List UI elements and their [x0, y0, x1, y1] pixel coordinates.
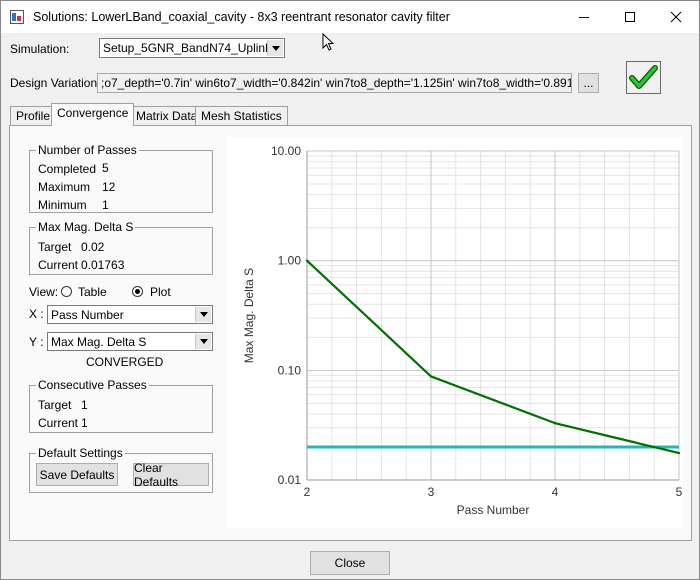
x-tick-label: 2 — [304, 485, 311, 499]
check-icon — [629, 65, 658, 89]
convergence-status: CONVERGED — [86, 355, 164, 369]
view-label: View: — [29, 285, 59, 299]
chevron-down-icon — [199, 312, 208, 317]
group-title: Max Mag. Delta S — [36, 220, 136, 234]
close-button[interactable]: Close — [310, 551, 390, 575]
y-tick-label: 0.10 — [278, 363, 302, 377]
delta-current-label: Current — [38, 258, 79, 272]
y-tick-label: 1.00 — [278, 254, 302, 268]
x-axis-value: Pass Number — [51, 308, 124, 322]
chevron-down-icon — [199, 339, 208, 344]
design-variation-label: Design Variation: — [10, 76, 101, 90]
clear-defaults-button[interactable]: Clear Defaults — [133, 461, 209, 489]
data-point — [305, 259, 309, 262]
y-axis-label: Y : — [29, 335, 44, 349]
maximize-button[interactable] — [607, 1, 653, 33]
data-point — [553, 421, 557, 425]
chart-background — [227, 137, 683, 528]
consecutive-target-label: Target — [38, 398, 72, 412]
maximum-value: 12 — [102, 180, 116, 194]
x-tick-label: 5 — [676, 485, 683, 499]
simulation-label: Simulation: — [10, 42, 70, 56]
data-point — [677, 451, 681, 455]
completed-value: 5 — [102, 161, 109, 175]
default-settings-group: Default Settings Save Defaults Clear Def… — [29, 446, 213, 493]
convergence-panel: Number of Passes Completed 5 Maximum 12 … — [9, 125, 692, 541]
minimum-label: Minimum — [38, 198, 87, 212]
completed-label: Completed — [38, 162, 97, 176]
minimum-value: 1 — [102, 198, 109, 212]
maximum-label: Maximum — [38, 180, 91, 194]
consecutive-current-value: 1 — [81, 416, 88, 430]
view-table-radio[interactable] — [61, 286, 72, 297]
consecutive-current-label: Current — [38, 416, 79, 430]
x-axis-title: Pass Number — [457, 503, 530, 517]
window-title: Solutions: LowerLBand_coaxial_cavity - 8… — [33, 10, 450, 24]
delta-target-label: Target — [38, 240, 72, 254]
consecutive-target-value: 1 — [81, 398, 88, 412]
browse-variation-button[interactable]: ... — [578, 73, 599, 93]
minimize-icon — [579, 17, 589, 18]
maximize-icon — [625, 12, 635, 22]
tab-matrix-data[interactable]: Matrix Data — [130, 106, 204, 125]
design-variation-value: ;o7_depth='0.7in' win6to7_width='0.842in… — [101, 76, 572, 90]
close-window-button[interactable] — [653, 1, 699, 33]
solutions-window: Solutions: LowerLBand_coaxial_cavity - 8… — [0, 0, 700, 580]
delta-target-value: 0.02 — [81, 240, 105, 254]
close-icon — [670, 11, 682, 23]
y-axis-dropdown[interactable]: Max Mag. Delta S — [47, 332, 213, 351]
mouse-cursor-icon — [322, 33, 335, 51]
tab-profile[interactable]: Profile — [10, 106, 57, 125]
x-axis-label: X : — [29, 307, 44, 321]
consecutive-passes-group: Consecutive Passes Target 1 Current 1 — [29, 378, 213, 433]
tab-convergence[interactable]: Convergence — [51, 103, 135, 126]
y-axis-title: Max Mag. Delta S — [242, 268, 256, 363]
x-axis-dropdown[interactable]: Pass Number — [47, 305, 213, 324]
x-tick-label: 3 — [428, 485, 435, 499]
tab-mesh-statistics[interactable]: Mesh Statistics — [195, 106, 288, 125]
number-of-passes-group: Number of Passes Completed 5 Maximum 12 … — [29, 143, 213, 213]
view-plot-radio[interactable] — [132, 286, 143, 297]
y-tick-label: 10.00 — [271, 144, 301, 158]
x-tick-label: 4 — [552, 485, 559, 499]
y-axis-value: Max Mag. Delta S — [51, 335, 147, 349]
group-title: Number of Passes — [36, 143, 139, 157]
view-table-label[interactable]: Table — [78, 285, 107, 299]
simulation-dropdown[interactable]: Setup_5GNR_BandN74_Uplink — [99, 38, 285, 58]
chevron-down-icon — [271, 45, 280, 51]
save-defaults-button[interactable]: Save Defaults — [36, 463, 118, 486]
view-plot-label[interactable]: Plot — [150, 285, 171, 299]
convergence-chart: 10.00 1.00 0.10 0.012 3 4 5 Pass Number Max Mag.… — [227, 137, 683, 528]
max-mag-delta-s-group: Max Mag. Delta S Target 0.02 Current 0.0… — [29, 220, 213, 275]
simulation-value: Setup_5GNR_BandN74_Uplink — [103, 41, 272, 55]
group-title: Consecutive Passes — [36, 378, 149, 392]
data-point — [429, 375, 433, 378]
y-tick-label: 0.01 — [278, 473, 302, 487]
title-bar[interactable]: Solutions: LowerLBand_coaxial_cavity - 8… — [1, 1, 699, 33]
app-icon — [10, 10, 24, 24]
group-title: Default Settings — [36, 446, 125, 460]
converged-indicator — [626, 61, 661, 94]
minimize-button[interactable] — [561, 1, 607, 33]
design-variation-field[interactable]: ;o7_depth='0.7in' win6to7_width='0.842in… — [97, 73, 572, 93]
delta-current-value: 0.01763 — [81, 258, 125, 272]
